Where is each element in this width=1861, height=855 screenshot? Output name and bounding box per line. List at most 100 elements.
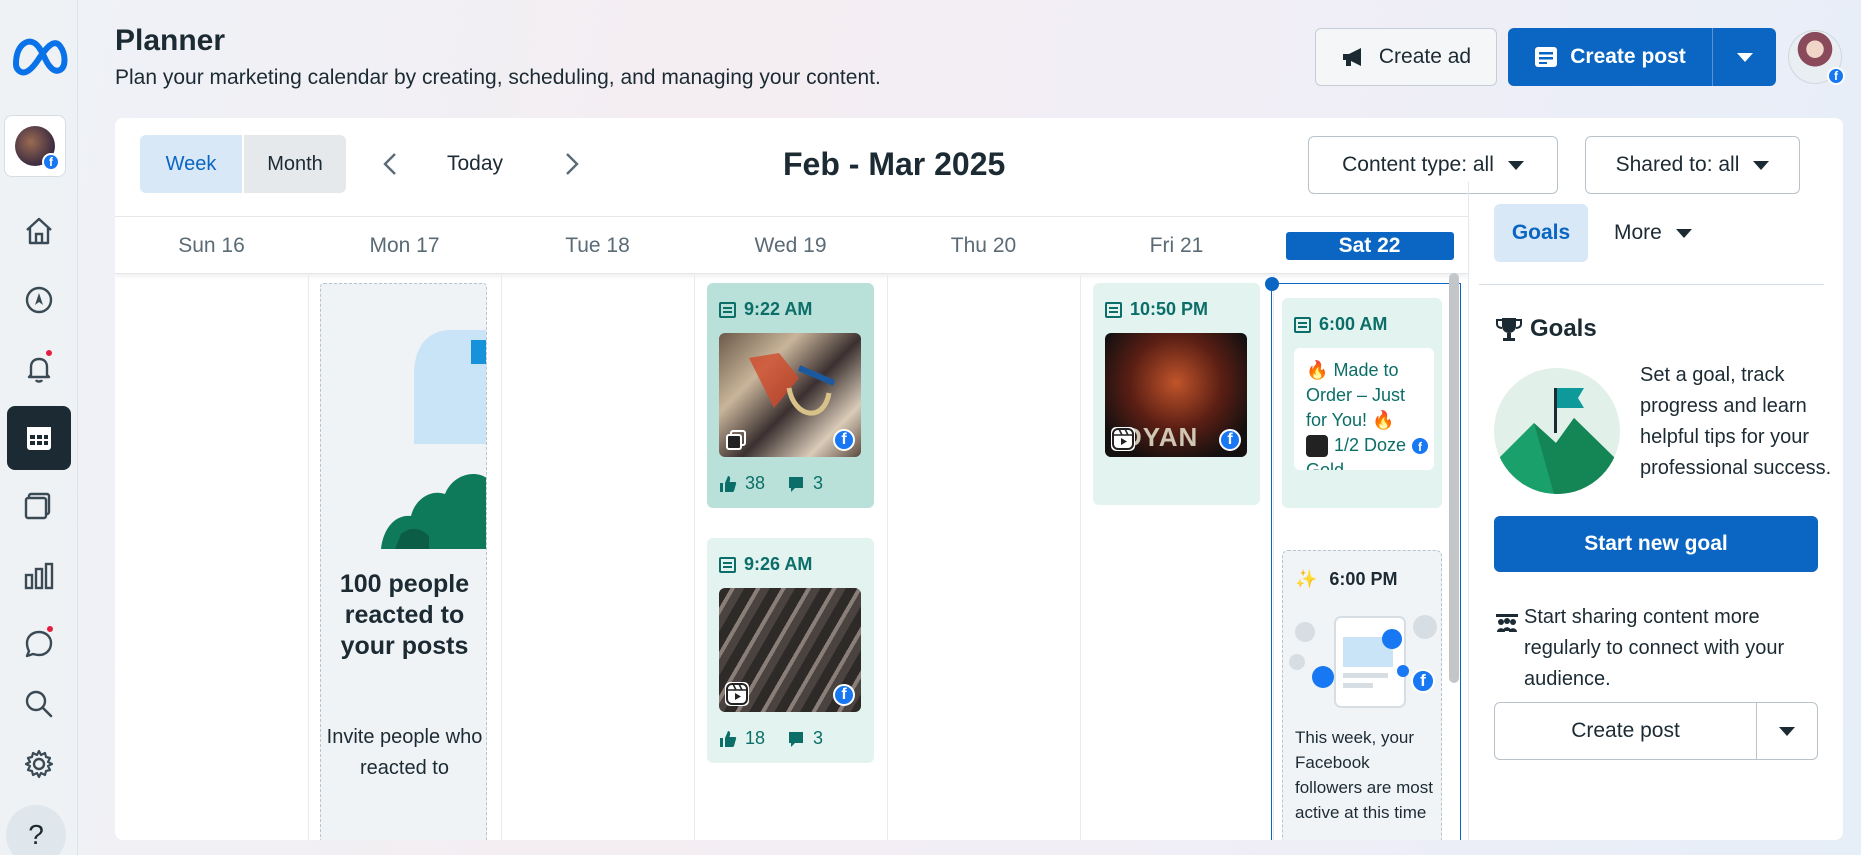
sidebar-item-inbox[interactable]	[7, 612, 71, 676]
settings-icon	[24, 749, 54, 779]
chevron-down-icon	[1779, 726, 1795, 736]
today-button[interactable]: Today	[447, 152, 503, 176]
reels-icon	[725, 682, 749, 706]
megaphone-icon	[1342, 48, 1361, 66]
audience-icon	[1496, 614, 1518, 632]
fire-emoji-icon: 🔥	[1306, 360, 1329, 380]
tab-goals[interactable]: Goals	[1494, 204, 1588, 262]
week-day-headers: Sun 16 Mon 17 Tue 18 Wed 19 Thu 20 Fri 2…	[115, 216, 1468, 274]
goals-description: Set a goal, track progress and learn hel…	[1640, 364, 1832, 479]
post-icon	[1535, 47, 1558, 67]
sidebar-item-settings[interactable]	[7, 732, 71, 796]
day-header-sun[interactable]: Sun 16	[115, 217, 308, 275]
home-icon	[26, 217, 52, 245]
notification-dot	[45, 624, 55, 634]
create-post-button[interactable]: Create post	[1508, 28, 1713, 86]
facebook-badge-icon: f	[1827, 67, 1845, 85]
side-create-post-dropdown-button[interactable]	[1757, 703, 1817, 759]
search-icon	[25, 690, 53, 718]
previous-week-button[interactable]	[377, 150, 405, 178]
post-type-icon	[719, 556, 736, 573]
sidebar-item-notifications[interactable]	[7, 336, 71, 400]
facebook-badge-icon: f	[42, 153, 60, 171]
post-type-icon	[1294, 316, 1311, 333]
day-header-sat[interactable]: Sat 22	[1273, 217, 1466, 275]
scheduled-post-card[interactable]: 10:50 PM DYAN f	[1093, 283, 1260, 505]
sidebar-item-content[interactable]	[7, 474, 71, 538]
scheduled-post-card[interactable]: 9:26 AM f 18 3	[707, 538, 874, 763]
start-new-goal-button[interactable]: Start new goal	[1494, 516, 1818, 572]
post-type-icon	[719, 301, 736, 318]
post-thumbnail: f	[719, 588, 861, 712]
best-time-insight-card[interactable]: ✨ 6:00 PM f This week, your Facebook fol…	[1282, 550, 1442, 840]
column-divider	[1080, 275, 1081, 840]
calendar-icon	[27, 427, 51, 450]
page-subtitle: Plan your marketing calendar by creating…	[115, 66, 881, 89]
promo-headline: 100 people reacted to your posts	[339, 570, 470, 660]
view-toggle: Week Month	[140, 135, 346, 193]
day-header-mon[interactable]: Mon 17	[308, 217, 501, 275]
day-header-thu[interactable]: Thu 20	[887, 217, 1080, 275]
post-thumbnail: DYAN f	[1105, 333, 1247, 457]
create-ad-button[interactable]: Create ad	[1315, 28, 1497, 86]
help-button[interactable]: ?	[6, 805, 66, 855]
post-caption-preview: 🔥 Made to Order – Just for You! 🔥 1/2 Do…	[1294, 348, 1434, 470]
promo-body: Invite people who reacted to	[326, 726, 483, 779]
current-time-indicator	[1265, 277, 1279, 291]
comment-count: 3	[813, 473, 824, 493]
chevron-down-icon	[1507, 160, 1524, 170]
comment-icon	[789, 476, 804, 492]
reactions-insight-card[interactable]: 100 people reacted to your posts Invite …	[320, 283, 487, 840]
side-create-post-button[interactable]: Create post	[1495, 703, 1757, 759]
sidebar-item-planner[interactable]	[7, 406, 71, 470]
reactions-illustration	[381, 330, 486, 549]
like-icon	[720, 475, 737, 492]
tab-week[interactable]: Week	[140, 135, 242, 193]
tab-month[interactable]: Month	[244, 135, 346, 193]
sidebar-item-insights[interactable]	[7, 544, 71, 608]
sidebar-item-search[interactable]	[7, 672, 71, 736]
tab-more[interactable]: More	[1614, 204, 1692, 262]
goals-illustration	[1494, 368, 1620, 494]
notification-dot	[44, 348, 54, 358]
sparkle-icon: ✨	[1295, 569, 1318, 589]
day-header-tue[interactable]: Tue 18	[501, 217, 694, 275]
account-avatar: f	[15, 126, 60, 171]
create-post-dropdown-button[interactable]	[1713, 28, 1776, 86]
reels-icon	[1306, 435, 1328, 458]
side-create-post-split-button[interactable]: Create post	[1494, 702, 1818, 760]
day-header-wed[interactable]: Wed 19	[694, 217, 887, 275]
column-divider	[501, 275, 502, 840]
facebook-badge-icon: f	[1410, 436, 1430, 456]
chevron-down-icon	[1675, 228, 1692, 238]
compass-icon	[25, 286, 53, 314]
facebook-badge-icon: f	[833, 429, 855, 451]
account-switcher[interactable]: f	[4, 115, 66, 177]
audience-activity-illustration	[1289, 615, 1437, 708]
like-count: 18	[745, 728, 766, 748]
sidebar-item-home[interactable]	[7, 199, 71, 263]
post-thumbnail: f	[719, 333, 861, 457]
divider	[1479, 284, 1824, 285]
chevron-down-icon	[1753, 160, 1770, 170]
profile-avatar[interactable]: f	[1788, 30, 1845, 85]
column-divider	[887, 275, 888, 840]
next-week-button[interactable]	[557, 150, 585, 178]
meta-logo-icon[interactable]	[8, 28, 70, 84]
tip-text: Start sharing content more regularly to …	[1524, 606, 1785, 690]
facebook-badge-icon: f	[1411, 669, 1435, 693]
calendar-scrollbar[interactable]	[1449, 273, 1459, 683]
day-header-fri[interactable]: Fri 21	[1080, 217, 1273, 275]
scheduled-post-card[interactable]: 6:00 AM 🔥 Made to Order – Just for You! …	[1282, 298, 1442, 508]
goals-heading: Goals	[1494, 314, 1597, 344]
comment-icon	[789, 731, 804, 747]
facebook-badge-icon: f	[833, 684, 855, 706]
sidebar-item-explore[interactable]	[7, 268, 71, 332]
create-post-split-button[interactable]: Create post	[1508, 28, 1776, 86]
like-icon	[720, 730, 737, 747]
column-divider	[694, 275, 695, 840]
like-count: 38	[745, 473, 766, 493]
scheduled-post-card[interactable]: 9:22 AM f 38 3	[707, 283, 874, 508]
multi-photo-icon	[726, 430, 746, 450]
facebook-badge-icon: f	[1219, 429, 1241, 451]
